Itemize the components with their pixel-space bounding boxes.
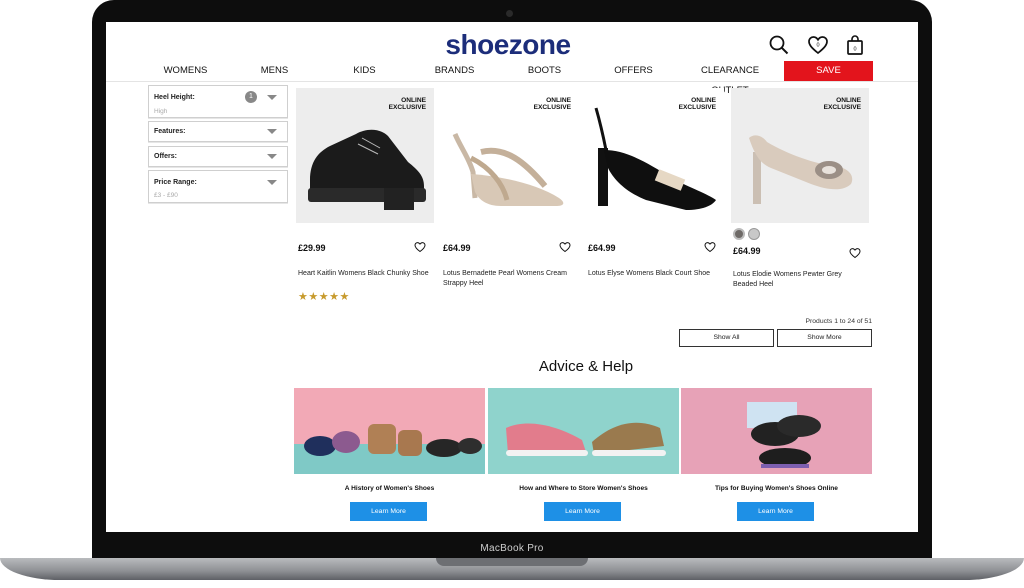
wishlist-heart-icon[interactable]: 0 (807, 34, 829, 56)
heart-icon[interactable] (849, 247, 861, 259)
badge-line: ONLINE (401, 97, 426, 104)
nav-divider (106, 81, 918, 82)
online-exclusive-badge: ONLINE EXCLUSIVE (679, 97, 716, 111)
product-name[interactable]: Lotus Bernadette Pearl Womens Cream Stra… (443, 269, 575, 289)
product-price: £29.99 (298, 243, 326, 253)
device-label: MacBook Pro (480, 543, 544, 554)
article-card[interactable]: Tips for Buying Women's Shoes Online Lea… (681, 388, 872, 521)
article-image-kids-trainers (681, 388, 872, 474)
badge-line: EXCLUSIVE (678, 104, 716, 111)
laptop-notch (436, 558, 588, 566)
chevron-down-icon[interactable] (267, 154, 277, 159)
nav-womens[interactable]: WOMENS (148, 61, 223, 81)
badge-line: EXCLUSIVE (533, 104, 571, 111)
filter-label: Features: (154, 128, 186, 135)
article-title[interactable]: Tips for Buying Women's Shoes Online (681, 485, 872, 492)
camera (506, 10, 513, 17)
article-title[interactable]: A History of Women's Shoes (294, 485, 485, 492)
chevron-down-icon[interactable] (267, 180, 277, 185)
main-nav: WOMENS MENS KIDS BRANDS BOOTS OFFERS CLE… (106, 61, 918, 96)
badge-line: ONLINE (691, 97, 716, 104)
product-price: £64.99 (733, 246, 761, 256)
product-price: £64.99 (588, 243, 616, 253)
laptop-frame: shoezone 0 0 WOMENS MENS KIDS BRANDS BOO… (0, 0, 1024, 588)
badge-line: ONLINE (546, 97, 571, 104)
article-image-sneakers (488, 388, 679, 474)
svg-text:0: 0 (853, 47, 856, 53)
bag-icon[interactable]: 0 (844, 34, 866, 56)
show-more-button[interactable]: Show More (777, 329, 872, 347)
product-card[interactable]: ONLINE EXCLUSIVE £64.99 Lotus Bernadette… (441, 88, 579, 310)
filter-offers[interactable]: Offers: (148, 146, 288, 167)
nav-clearance-outlet[interactable]: CLEARANCE OUTLET (681, 61, 779, 96)
site-logo[interactable]: shoezone (436, 29, 580, 61)
svg-text:0: 0 (816, 43, 819, 49)
filter-value: £3 - £90 (154, 192, 178, 199)
filter-heel-height[interactable]: Heel Height: High 1 (148, 85, 288, 118)
star-rating: ★★★★★ (298, 291, 350, 303)
filter-features[interactable]: Features: (148, 121, 288, 142)
chevron-down-icon[interactable] (267, 129, 277, 134)
online-exclusive-badge: ONLINE EXCLUSIVE (534, 97, 571, 111)
filter-label: Heel Height: (154, 94, 195, 101)
product-card[interactable]: ONLINE EXCLUSIVE £64.99 Lotus Elodie Wom… (731, 88, 869, 310)
product-count: Products 1 to 24 of 51 (805, 318, 872, 325)
filter-value: High (154, 108, 168, 115)
nav-save[interactable]: SAVE (784, 61, 873, 81)
product-name[interactable]: Lotus Elyse Womens Black Court Shoe (588, 269, 720, 279)
nav-kids[interactable]: KIDS (327, 61, 402, 81)
online-exclusive-badge: ONLINE EXCLUSIVE (389, 97, 426, 111)
filter-label: Price Range: (154, 179, 197, 186)
article-image-kids-shoes (294, 388, 485, 474)
search-icon[interactable] (768, 34, 790, 56)
nav-mens[interactable]: MENS (237, 61, 312, 81)
learn-more-button[interactable]: Learn More (350, 502, 427, 521)
browser-viewport: shoezone 0 0 WOMENS MENS KIDS BRANDS BOO… (106, 22, 918, 532)
filter-count-badge: 1 (245, 91, 257, 103)
filter-price-range[interactable]: Price Range: £3 - £90 (148, 170, 288, 203)
article-card[interactable]: How and Where to Store Women's Shoes Lea… (488, 388, 679, 521)
badge-line: EXCLUSIVE (823, 104, 861, 111)
heart-icon[interactable] (704, 241, 716, 253)
product-name[interactable]: Lotus Elodie Womens Pewter Grey Beaded H… (733, 270, 865, 290)
chevron-down-icon[interactable] (267, 95, 277, 100)
heart-icon[interactable] (414, 241, 426, 253)
heart-icon[interactable] (559, 241, 571, 253)
color-swatch-pewter[interactable] (733, 228, 745, 240)
product-name[interactable]: Heart Kaitlin Womens Black Chunky Shoe (298, 269, 430, 279)
product-card[interactable]: ONLINE EXCLUSIVE £64.99 Lotus Elyse Wome… (586, 88, 724, 310)
filter-label: Offers: (154, 153, 177, 160)
online-exclusive-badge: ONLINE EXCLUSIVE (824, 97, 861, 111)
learn-more-button[interactable]: Learn More (544, 502, 621, 521)
badge-line: EXCLUSIVE (388, 104, 426, 111)
nav-boots[interactable]: BOOTS (507, 61, 582, 81)
advice-heading: Advice & Help (538, 358, 634, 375)
article-card[interactable]: A History of Women's Shoes Learn More (294, 388, 485, 521)
color-swatch-silver[interactable] (748, 228, 760, 240)
show-all-button[interactable]: Show All (679, 329, 774, 347)
article-title[interactable]: How and Where to Store Women's Shoes (488, 485, 679, 492)
nav-brands[interactable]: BRANDS (417, 61, 492, 81)
nav-offers[interactable]: OFFERS (596, 61, 671, 81)
learn-more-button[interactable]: Learn More (737, 502, 814, 521)
badge-line: ONLINE (836, 97, 861, 104)
product-card[interactable]: ONLINE EXCLUSIVE £29.99 Heart Kaitlin Wo… (296, 88, 434, 310)
product-price: £64.99 (443, 243, 471, 253)
